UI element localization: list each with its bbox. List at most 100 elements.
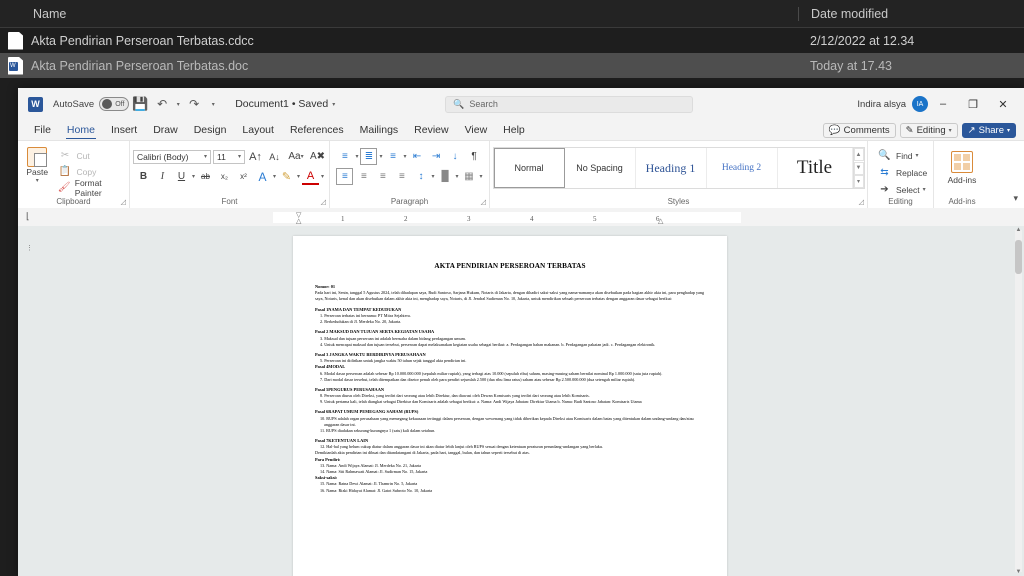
- replace-button[interactable]: ⇆ Replace: [876, 165, 927, 180]
- tab-references[interactable]: References: [282, 123, 352, 137]
- horizontal-ruler[interactable]: 1 2 3 4 5 6 ▽ △ △: [273, 212, 741, 225]
- vertical-scrollbar[interactable]: ▲ ▼: [1015, 227, 1022, 575]
- align-left-icon[interactable]: ≡: [336, 168, 354, 185]
- document-page[interactable]: AKTA PENDIRIAN PERSEROAN TERBATAS Nomor:…: [293, 236, 727, 576]
- tab-layout[interactable]: Layout: [234, 123, 282, 137]
- subscript-icon[interactable]: x₂: [216, 168, 233, 185]
- share-button[interactable]: ↗ Share ▾: [961, 122, 1016, 138]
- addins-icon[interactable]: [950, 151, 973, 173]
- font-size-combobox[interactable]: 11 ▾: [213, 149, 245, 164]
- align-right-icon[interactable]: ≡: [374, 168, 391, 185]
- chevron-down-icon[interactable]: ▾: [321, 173, 324, 180]
- close-button[interactable]: ✕: [988, 89, 1018, 119]
- shading-icon[interactable]: █: [436, 168, 453, 185]
- bold-icon[interactable]: B: [135, 168, 152, 185]
- font-color-icon[interactable]: A: [302, 168, 320, 185]
- strikethrough-icon[interactable]: ab: [197, 168, 214, 185]
- avatar[interactable]: IA: [912, 96, 928, 112]
- file-row-cdcc[interactable]: Akta Pendirian Perseroan Terbatas.cdcc 2…: [0, 28, 1024, 53]
- chevron-down-icon[interactable]: ▾: [404, 153, 407, 160]
- styles-gallery-scroll[interactable]: ▲ ▼ ▾: [852, 148, 864, 188]
- format-painter-button[interactable]: 🖌 Format Painter: [57, 178, 125, 198]
- chevron-down-icon[interactable]: ▾: [36, 177, 39, 184]
- save-icon[interactable]: 💾: [129, 93, 151, 115]
- chevron-down-icon[interactable]: ▾: [355, 153, 358, 160]
- paste-button[interactable]: Paste ▾: [22, 147, 53, 195]
- search-box[interactable]: 🔍 Search: [445, 95, 694, 113]
- text-effects-icon[interactable]: A: [254, 168, 271, 185]
- show-formatting-marks-icon[interactable]: ¶: [466, 148, 483, 165]
- tab-file[interactable]: File: [26, 123, 59, 137]
- bullets-icon[interactable]: ≡: [336, 148, 353, 165]
- chevron-down-icon[interactable]: ▾: [480, 173, 483, 180]
- underline-icon[interactable]: U: [173, 168, 190, 185]
- text-highlight-icon[interactable]: ✎: [278, 168, 295, 185]
- hanging-indent-marker[interactable]: △: [296, 217, 301, 225]
- scroll-up-icon[interactable]: ▲: [853, 148, 864, 161]
- font-name-combobox[interactable]: Calibri (Body) ▾: [133, 149, 211, 164]
- document-body[interactable]: Nomor: 01 Pada hari ini, Senin, tanggal 5…: [315, 284, 705, 494]
- document-title[interactable]: Document1 • Saved: [235, 98, 328, 110]
- justify-icon[interactable]: ≡: [393, 168, 410, 185]
- chevron-down-icon[interactable]: ▾: [273, 173, 276, 180]
- tab-review[interactable]: Review: [406, 123, 456, 137]
- undo-dropdown-icon[interactable]: ▾: [173, 93, 183, 115]
- undo-icon[interactable]: ↶: [151, 93, 173, 115]
- change-case-icon[interactable]: Aa ▾: [285, 148, 307, 165]
- tab-help[interactable]: Help: [495, 123, 533, 137]
- document-title-chevron-icon[interactable]: ▾: [332, 101, 335, 108]
- tab-mailings[interactable]: Mailings: [352, 123, 407, 137]
- redo-icon[interactable]: ↷: [183, 93, 205, 115]
- chevron-down-icon[interactable]: ▾: [455, 173, 458, 180]
- style-normal[interactable]: Normal: [493, 148, 565, 188]
- styles-more-icon[interactable]: ▾: [853, 175, 864, 188]
- file-row-doc[interactable]: Akta Pendirian Perseroan Terbatas.doc To…: [0, 53, 1024, 78]
- chevron-down-icon[interactable]: ▾: [297, 173, 300, 180]
- autosave-toggle[interactable]: Off: [99, 97, 130, 111]
- clear-formatting-icon[interactable]: A✖: [309, 148, 326, 165]
- tab-view[interactable]: View: [457, 123, 496, 137]
- increase-indent-icon[interactable]: ⇥: [428, 148, 445, 165]
- underline-dropdown-icon[interactable]: ▾: [192, 173, 195, 180]
- styles-dialog-launcher-icon[interactable]: ◿: [859, 198, 864, 206]
- document-canvas[interactable]: ⋮ AKTA PENDIRIAN PERSEROAN TERBATAS Nomo…: [18, 226, 1024, 576]
- decrease-indent-icon[interactable]: ⇤: [409, 148, 426, 165]
- chevron-down-icon[interactable]: ▾: [431, 173, 434, 180]
- borders-icon[interactable]: ▦: [461, 168, 478, 185]
- right-indent-marker[interactable]: △: [658, 217, 663, 225]
- clipboard-dialog-launcher-icon[interactable]: ◿: [121, 198, 126, 206]
- superscript-icon[interactable]: x²: [235, 168, 252, 185]
- column-header-name[interactable]: Name: [0, 7, 798, 21]
- tab-draw[interactable]: Draw: [145, 123, 186, 137]
- cut-button[interactable]: ✂ Cut: [57, 148, 125, 163]
- editing-button[interactable]: ✎ Editing ▾: [899, 122, 958, 138]
- find-button[interactable]: 🔍 Find ▾: [876, 148, 927, 163]
- tab-design[interactable]: Design: [186, 123, 235, 137]
- font-dialog-launcher-icon[interactable]: ◿: [321, 198, 326, 206]
- scroll-up-icon[interactable]: ▲: [1015, 227, 1022, 233]
- italic-icon[interactable]: I: [154, 168, 171, 185]
- column-header-date-modified[interactable]: Date modified: [798, 6, 1024, 21]
- restore-button[interactable]: ❐: [958, 89, 988, 119]
- tab-home[interactable]: Home: [59, 123, 103, 139]
- style-no-spacing[interactable]: No Spacing: [565, 148, 636, 188]
- paragraph-dialog-launcher-icon[interactable]: ◿: [481, 198, 486, 206]
- select-button[interactable]: ➔ Select ▾: [876, 182, 927, 197]
- scrollbar-thumb[interactable]: [1015, 240, 1022, 274]
- style-heading-2[interactable]: Heading 2: [707, 148, 778, 188]
- numbering-icon[interactable]: ≣: [360, 148, 378, 165]
- sort-icon[interactable]: ↓: [447, 148, 464, 165]
- line-spacing-icon[interactable]: ↕: [412, 168, 429, 185]
- minimize-button[interactable]: –: [928, 89, 958, 119]
- tab-stop-selector-icon[interactable]: ⌊: [26, 211, 30, 222]
- comments-button[interactable]: 💬 Comments: [822, 122, 896, 138]
- scroll-down-icon[interactable]: ▼: [1015, 569, 1022, 575]
- style-heading-1[interactable]: Heading 1: [636, 148, 707, 188]
- grow-font-icon[interactable]: A↑: [247, 148, 264, 165]
- collapse-ribbon-icon[interactable]: ▾: [1013, 193, 1018, 204]
- customize-quick-access-icon[interactable]: ▾: [205, 93, 221, 115]
- chevron-down-icon[interactable]: ▾: [379, 153, 382, 160]
- multilevel-list-icon[interactable]: ≡: [385, 148, 402, 165]
- scroll-down-icon[interactable]: ▼: [853, 161, 864, 175]
- tab-insert[interactable]: Insert: [103, 123, 145, 137]
